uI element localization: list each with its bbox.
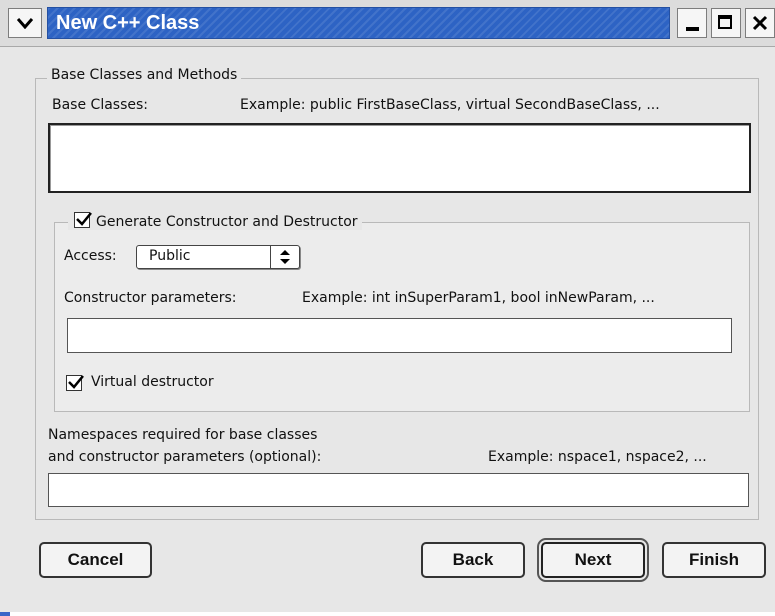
access-select[interactable]: Public: [136, 245, 300, 269]
taskbar-accent: [0, 612, 10, 616]
cancel-button[interactable]: Cancel: [39, 542, 152, 578]
close-button[interactable]: [745, 8, 775, 38]
window-menu-button[interactable]: [8, 8, 42, 38]
maximize-button[interactable]: [711, 8, 741, 38]
namespaces-label-line2: and constructor parameters (optional):: [48, 449, 322, 465]
namespaces-field[interactable]: [48, 473, 749, 507]
namespaces-input[interactable]: [49, 474, 748, 506]
checkmark-icon: [68, 375, 84, 389]
back-button[interactable]: Back: [421, 542, 525, 578]
new-class-dialog: New C++ Class Base Classes and Methods B…: [0, 0, 775, 612]
generate-constructor-label: Generate Constructor and Destructor: [96, 214, 358, 230]
title-strip: New C++ Class: [47, 7, 670, 39]
finish-button[interactable]: Finish: [662, 542, 766, 578]
taskbar-strip: [0, 612, 775, 616]
access-select-value: Public: [149, 248, 191, 264]
minimize-button[interactable]: [677, 8, 707, 38]
chevron-down-icon: [17, 18, 33, 29]
base-classes-field[interactable]: [48, 123, 751, 193]
namespaces-example: Example: nspace1, nspace2, ...: [488, 449, 707, 465]
maximize-icon: [718, 15, 732, 29]
virtual-destructor-checkbox[interactable]: [66, 375, 84, 391]
title-bar[interactable]: New C++ Class: [0, 0, 775, 47]
generate-constructor-checkbox[interactable]: [74, 212, 92, 228]
access-label: Access:: [64, 248, 117, 264]
constructor-group-legend: Generate Constructor and Destructor: [68, 212, 362, 230]
constructor-params-label: Constructor parameters:: [64, 290, 237, 306]
minimize-icon: [686, 27, 699, 31]
namespaces-label-line1: Namespaces required for base classes: [48, 427, 318, 443]
base-classes-example: Example: public FirstBaseClass, virtual …: [240, 97, 660, 113]
constructor-params-input[interactable]: [68, 319, 731, 352]
base-classes-group-legend: Base Classes and Methods: [47, 67, 242, 83]
constructor-params-field[interactable]: [67, 318, 732, 353]
virtual-destructor-label: Virtual destructor: [91, 374, 214, 390]
select-arrow: [270, 246, 299, 268]
close-icon: [752, 15, 768, 31]
up-down-arrows-icon: [280, 250, 290, 264]
next-button[interactable]: Next: [537, 538, 649, 582]
base-classes-label: Base Classes:: [52, 97, 148, 113]
checkmark-icon: [76, 212, 92, 226]
base-classes-input[interactable]: [50, 125, 749, 191]
constructor-params-example: Example: int inSuperParam1, bool inNewPa…: [302, 290, 655, 306]
window-title: New C++ Class: [56, 12, 200, 34]
